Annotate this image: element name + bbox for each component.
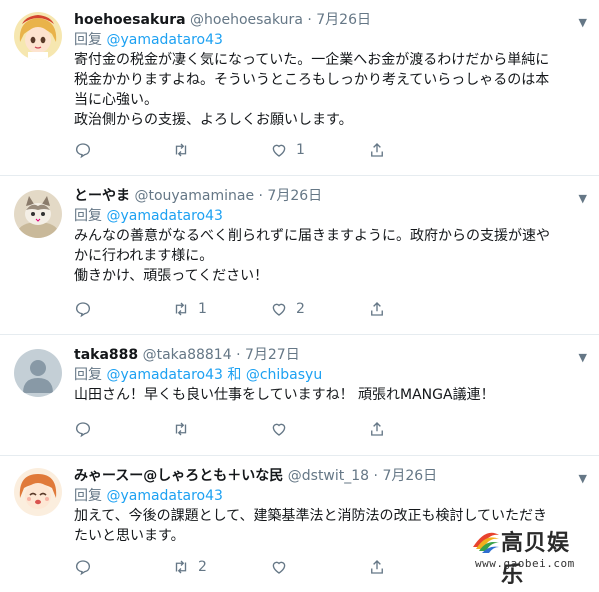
reply-prefix: 回复 — [74, 367, 102, 383]
user-handle[interactable]: @dstwit_18 — [288, 468, 369, 484]
reply-mention[interactable]: @yamadataro43 — [106, 367, 222, 383]
like-button[interactable] — [270, 558, 368, 576]
tweet-2[interactable]: ▼ とーやま @touyamaminae · 7月26日 回复 @yamadat… — [0, 176, 599, 335]
retweet-count: 1 — [198, 301, 208, 317]
reply-icon — [74, 141, 92, 159]
retweet-button[interactable] — [172, 141, 270, 159]
tweet-text: みんなの善意がなるべく削られずに届きますように。政府からの支援が速や かに行われ… — [74, 226, 589, 286]
rainbow-logo-icon — [471, 525, 501, 555]
like-count: 1 — [296, 142, 306, 158]
share-icon — [368, 558, 386, 576]
heart-icon — [270, 558, 288, 576]
like-button[interactable] — [270, 420, 368, 438]
reply-button[interactable] — [74, 558, 172, 576]
reply-button[interactable] — [74, 141, 172, 159]
reply-prefix: 回复 — [74, 32, 102, 48]
tweet-text: 山田さん！早くも良い仕事をしていますね！ 頑張れMANGA議連！ — [74, 385, 589, 405]
separator: · — [374, 468, 378, 484]
share-icon — [368, 141, 386, 159]
share-button[interactable] — [368, 558, 466, 576]
user-handle[interactable]: @hoehoesakura — [190, 12, 303, 28]
reply-prefix: 回复 — [74, 208, 102, 224]
reply-icon — [74, 420, 92, 438]
share-button[interactable] — [368, 141, 466, 159]
heart-icon — [270, 420, 288, 438]
reply-mention[interactable]: @yamadataro43 — [106, 32, 222, 48]
avatar[interactable] — [14, 12, 62, 60]
avatar[interactable] — [14, 468, 62, 516]
retweet-count: 2 — [198, 559, 208, 575]
share-icon — [368, 300, 386, 318]
user-name[interactable]: みゃースー@しゃろとも＋いな民 — [74, 468, 283, 484]
cat-avatar-icon — [14, 190, 62, 238]
heart-icon — [270, 300, 288, 318]
tweet-date[interactable]: 7月26日 — [267, 188, 322, 204]
like-button[interactable]: 2 — [270, 300, 368, 318]
retweet-icon — [172, 300, 190, 318]
reply-joiner: 和 — [227, 367, 241, 383]
user-name[interactable]: とーやま — [74, 188, 130, 204]
retweet-button[interactable]: 2 — [172, 558, 270, 576]
watermark-url: www.gaobei.com — [475, 557, 575, 570]
retweet-icon — [172, 141, 190, 159]
reply-icon — [74, 558, 92, 576]
share-button[interactable] — [368, 300, 466, 318]
heart-icon — [270, 141, 288, 159]
user-name[interactable]: taka888 — [74, 347, 138, 363]
reply-button[interactable] — [74, 300, 172, 318]
reply-prefix: 回复 — [74, 488, 102, 504]
separator: · — [236, 347, 240, 363]
tweet-date[interactable]: 7月26日 — [316, 12, 371, 28]
anime-girl-avatar-icon — [14, 12, 62, 60]
tweet-date[interactable]: 7月26日 — [382, 468, 437, 484]
share-icon — [368, 420, 386, 438]
retweet-button[interactable] — [172, 420, 270, 438]
reply-button[interactable] — [74, 420, 172, 438]
separator: · — [259, 188, 263, 204]
user-name[interactable]: hoehoesakura — [74, 12, 186, 28]
anime-girl-avatar-icon — [14, 468, 62, 516]
retweet-icon — [172, 420, 190, 438]
tweet-3[interactable]: ▼ taka888 @taka88814 · 7月27日 回复 @yamadat… — [0, 335, 599, 456]
avatar[interactable] — [14, 349, 62, 397]
tweet-text: 寄付金の税金が凄く気になっていた。一企業へお金が渡るわけだから単純に 税金かかり… — [74, 50, 589, 130]
avatar[interactable] — [14, 190, 62, 238]
user-handle[interactable]: @touyamaminae — [134, 188, 254, 204]
default-user-avatar-icon — [14, 349, 62, 397]
tweet-1[interactable]: ▼ hoehoesakura @hoehoesakura · 7月26日 回复 … — [0, 0, 599, 176]
reply-mention[interactable]: @yamadataro43 — [106, 488, 222, 504]
user-handle[interactable]: @taka88814 — [143, 347, 232, 363]
like-button[interactable]: 1 — [270, 141, 368, 159]
reply-mention-2[interactable]: @chibasyu — [246, 367, 322, 383]
retweet-icon — [172, 558, 190, 576]
reply-mention[interactable]: @yamadataro43 — [106, 208, 222, 224]
watermark-logo: 高贝娱乐 www.gaobei.com — [471, 523, 589, 573]
tweet-date[interactable]: 7月27日 — [245, 347, 300, 363]
share-button[interactable] — [368, 420, 466, 438]
reply-icon — [74, 300, 92, 318]
separator: · — [307, 12, 311, 28]
retweet-button[interactable]: 1 — [172, 300, 270, 318]
like-count: 2 — [296, 301, 306, 317]
